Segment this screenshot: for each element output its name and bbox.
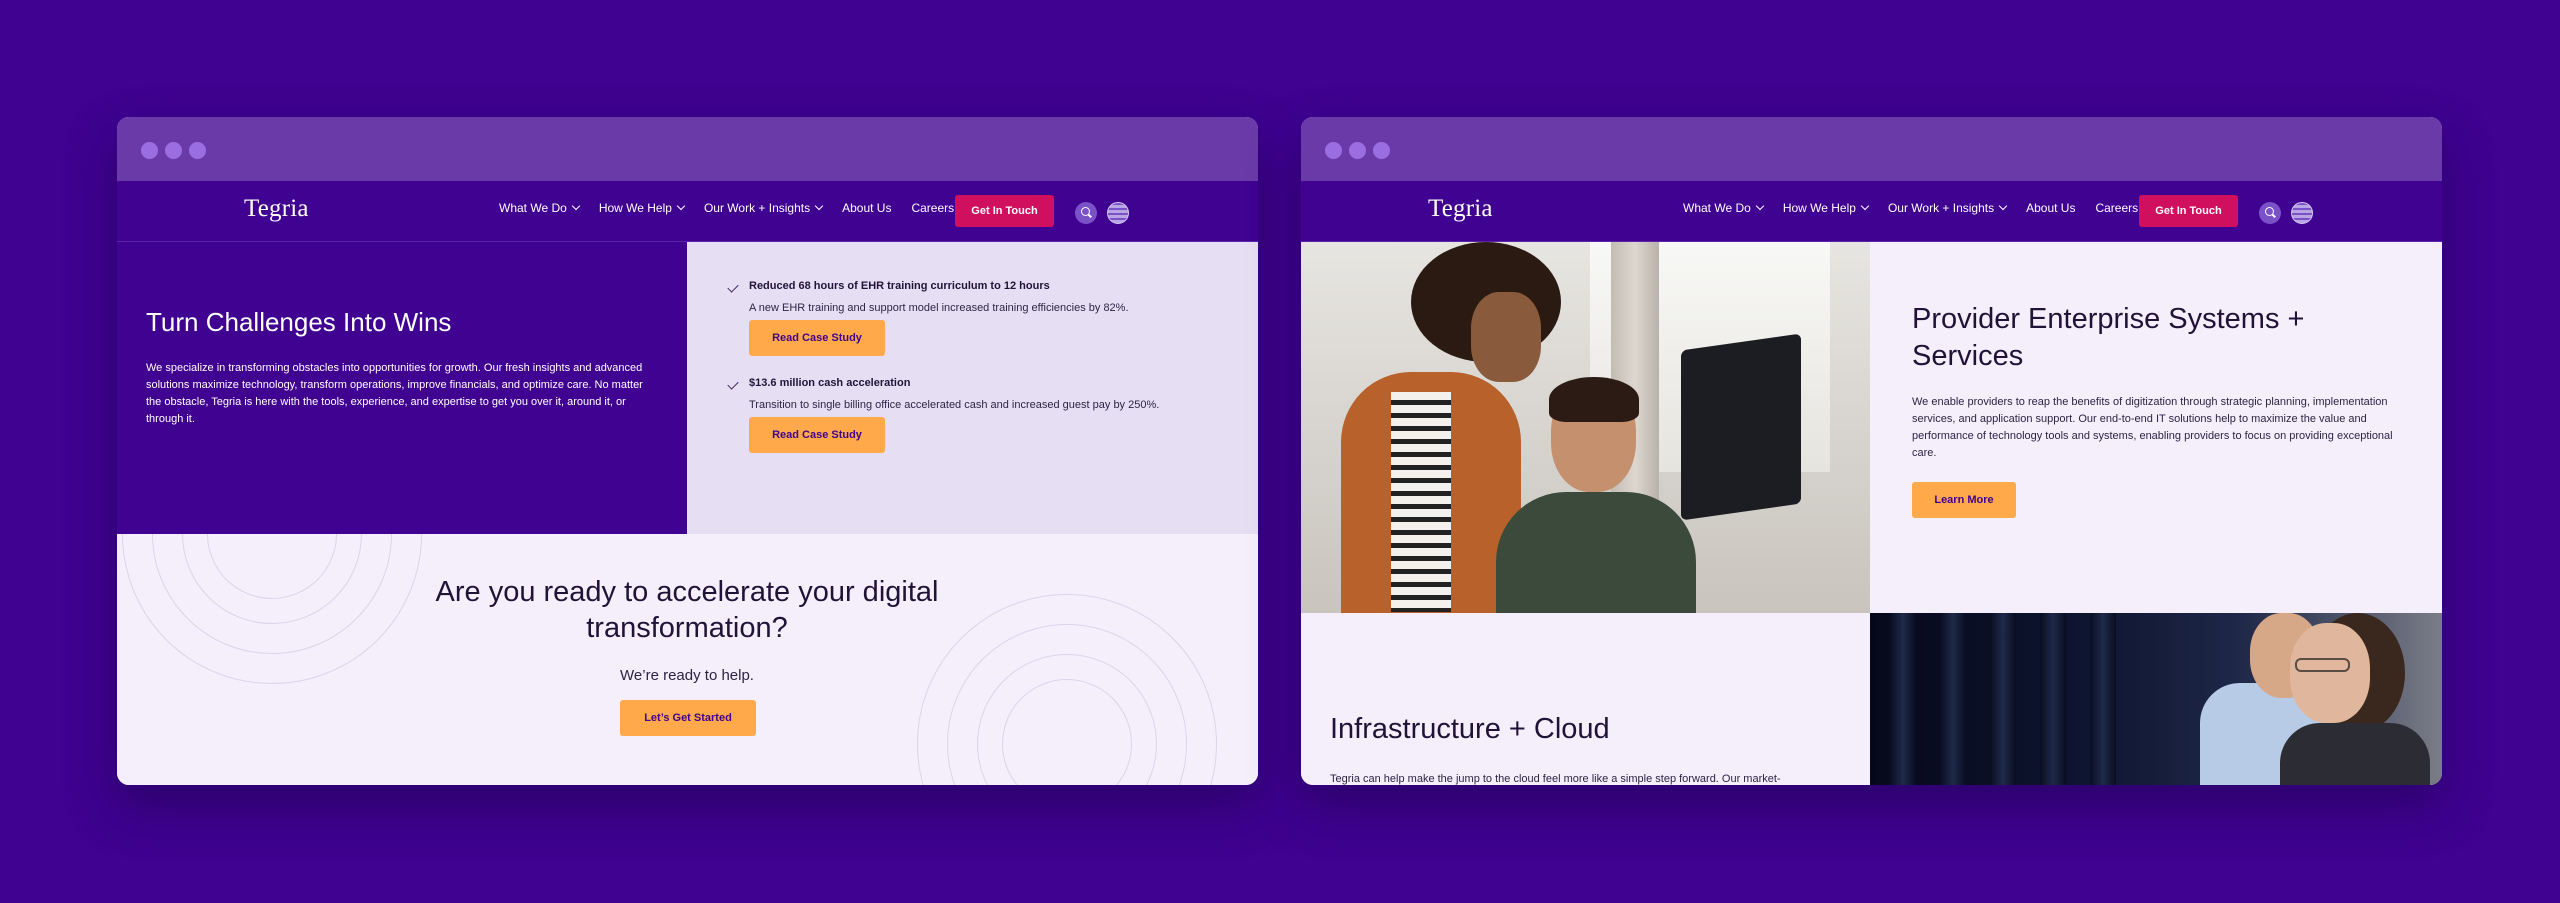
provider-body: We enable providers to reap the benefits… (1912, 396, 2393, 459)
nav-item-our-work[interactable]: Our Work + Insights (1887, 201, 2008, 215)
chevron-down-icon (1755, 201, 1765, 211)
photo-person-face (1471, 292, 1541, 382)
site-header: Tegria What We Do How We Help Our Work +… (1301, 181, 2442, 242)
check-icon (727, 378, 739, 390)
window-dot-icon (1373, 142, 1390, 159)
nav-item-how-we-help[interactable]: How We Help (598, 201, 686, 215)
logo[interactable]: Tegria (244, 195, 309, 223)
infra-title: Infrastructure + Cloud (1330, 713, 1610, 745)
read-case-study-button[interactable]: Read Case Study (749, 320, 885, 356)
window-dot-icon (1325, 142, 1342, 159)
browser-window-right: Tegria What We Do How We Help Our Work +… (1301, 117, 2442, 785)
photo-glasses (2295, 658, 2350, 672)
nav-item-label: How We Help (1782, 201, 1856, 215)
learn-more-button[interactable]: Learn More (1912, 482, 2016, 518)
infra-body: Tegria can help make the jump to the clo… (1330, 773, 1781, 785)
get-in-touch-button[interactable]: Get In Touch (2139, 195, 2238, 227)
nav-item-about-us[interactable]: About Us (842, 201, 891, 215)
hero-section: Turn Challenges Into Wins We specialize … (117, 242, 687, 534)
chevron-down-icon (571, 201, 581, 211)
nav-item-about-us[interactable]: About Us (2026, 201, 2075, 215)
infrastructure-section: Infrastructure + Cloud Tegria can help m… (1301, 613, 1870, 785)
read-case-study-button[interactable]: Read Case Study (749, 417, 885, 453)
case-study-panel: Reduced 68 hours of EHR training curricu… (687, 242, 1258, 534)
nav-item-label: About Us (842, 201, 892, 215)
cta-section: Are you ready to accelerate your digital… (117, 534, 1258, 785)
nav-item-how-we-help[interactable]: How We Help (1782, 201, 1870, 215)
photo-person (1496, 492, 1696, 613)
nav-item-label: How We Help (598, 201, 672, 215)
window-dot-icon (189, 142, 206, 159)
chevron-down-icon (1998, 201, 2008, 211)
main-nav: What We Do How We Help Our Work + Insigh… (499, 201, 954, 215)
photo-server-rack (2090, 613, 2116, 785)
cta-title: Are you ready to accelerate your digital… (435, 576, 939, 644)
window-titlebar (1301, 117, 2442, 181)
provider-title: Provider Enterprise Systems + Services (1912, 303, 2305, 372)
nav-item-careers[interactable]: Careers (911, 201, 954, 215)
case-study-title: $13.6 million cash acceleration (749, 377, 911, 389)
photo-monitor (1681, 333, 1801, 521)
photo-server-rack (1940, 613, 1966, 785)
nav-item-label: Careers (2095, 201, 2139, 215)
nav-item-what-we-do[interactable]: What We Do (499, 201, 581, 215)
case-study-desc: Transition to single billing office acce… (749, 399, 1160, 411)
nav-item-what-we-do[interactable]: What We Do (1683, 201, 1765, 215)
check-icon (727, 281, 739, 293)
globe-icon[interactable] (2291, 202, 2313, 224)
site-header: Tegria What We Do How We Help Our Work +… (117, 181, 1258, 242)
nav-item-label: What We Do (499, 201, 567, 215)
nav-item-careers[interactable]: Careers (2095, 201, 2138, 215)
chevron-down-icon (1860, 201, 1870, 211)
photo-person-face (2290, 623, 2370, 723)
photo-server-rack (2040, 613, 2066, 785)
window-titlebar (117, 117, 1258, 181)
photo-person-hair (1549, 377, 1639, 422)
window-dot-icon (165, 142, 182, 159)
nav-item-our-work[interactable]: Our Work + Insights (703, 201, 824, 215)
search-icon[interactable] (1075, 202, 1097, 224)
nav-item-label: What We Do (1683, 201, 1751, 215)
nav-item-label: About Us (2026, 201, 2076, 215)
logo[interactable]: Tegria (1428, 195, 1493, 223)
lets-get-started-button[interactable]: Let’s Get Started (620, 700, 756, 736)
nav-item-label: Our Work + Insights (1887, 201, 1995, 215)
photo-server-rack (1990, 613, 2016, 785)
cta-subtitle: We’re ready to help. (620, 667, 754, 684)
photo-server-rack (1890, 613, 1916, 785)
window-dot-icon (1349, 142, 1366, 159)
photo-person (2280, 723, 2430, 785)
search-icon[interactable] (2259, 202, 2281, 224)
nav-item-label: Our Work + Insights (703, 201, 811, 215)
nav-item-label: Careers (911, 201, 955, 215)
get-in-touch-button[interactable]: Get In Touch (955, 195, 1054, 227)
case-study-title: Reduced 68 hours of EHR training curricu… (749, 280, 1050, 292)
hero-body: We specialize in transforming obstacles … (146, 362, 643, 425)
case-study-desc: A new EHR training and support model inc… (749, 302, 1129, 314)
hero-title: Turn Challenges Into Wins (146, 307, 452, 337)
browser-window-left: Tegria What We Do How We Help Our Work +… (117, 117, 1258, 785)
chevron-down-icon (676, 201, 686, 211)
globe-icon[interactable] (1107, 202, 1129, 224)
team-photo (1301, 242, 1870, 613)
server-room-photo (1870, 613, 2442, 785)
photo-person-shirt (1391, 392, 1451, 612)
provider-section: Provider Enterprise Systems + Services W… (1870, 242, 2442, 613)
window-dot-icon (141, 142, 158, 159)
chevron-down-icon (814, 201, 824, 211)
main-nav: What We Do How We Help Our Work + Insigh… (1683, 201, 2138, 215)
